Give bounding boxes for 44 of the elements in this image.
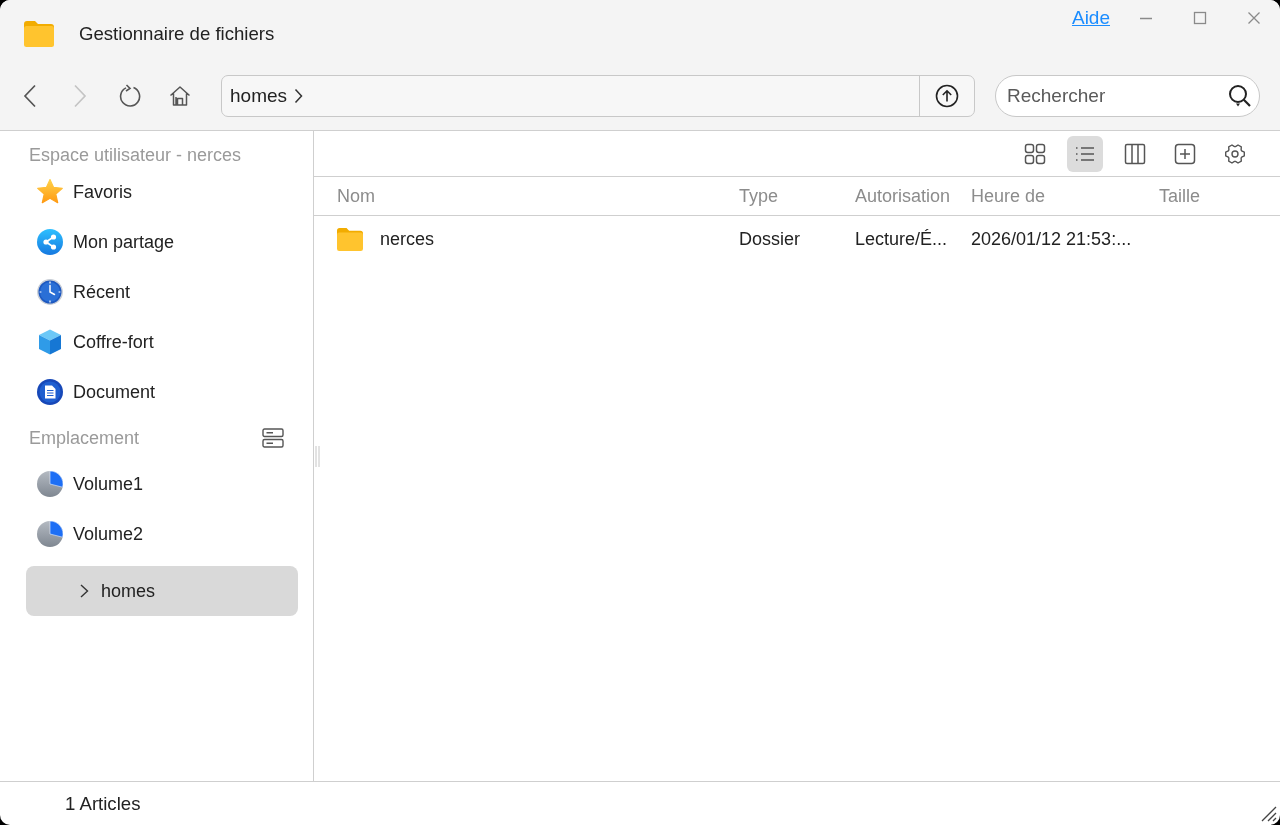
cube-icon: [37, 329, 63, 355]
clock-icon: [37, 279, 63, 305]
chevron-right-icon[interactable]: [78, 583, 90, 599]
grid-icon: [1024, 142, 1046, 165]
sidebar-item[interactable]: Document: [26, 367, 298, 417]
pie-chart-icon: [37, 471, 63, 497]
sidebar-item[interactable]: Coffre-fort: [26, 317, 298, 367]
sidebar-item[interactable]: Récent: [26, 267, 298, 317]
search-field[interactable]: Rechercher: [995, 75, 1260, 117]
document-icon: [37, 379, 63, 405]
app-folder-icon: [24, 21, 54, 47]
share-icon: [37, 229, 63, 255]
folder-icon: [337, 227, 363, 251]
window-title: Gestionnaire de fichiers: [79, 23, 275, 45]
section-heading: Emplacement: [29, 427, 140, 449]
plus-icon[interactable]: [1174, 142, 1196, 165]
item-count: 1 Articles: [65, 792, 141, 815]
columns-icon: [1124, 142, 1146, 165]
section-heading: Espace utilisateur - nerces: [29, 144, 242, 166]
view-mode-button[interactable]: [1067, 135, 1103, 172]
table-cell: Lecture/É...: [855, 228, 948, 250]
home-icon[interactable]: [169, 84, 191, 108]
maximize-icon[interactable]: [1193, 11, 1207, 25]
table-cell: 2026/01/12 21:53:...: [971, 228, 1132, 250]
file-row[interactable]: nerces Dossier Lecture/É... 2026/01/12 21:53:...: [314, 216, 1280, 262]
sidebar-item[interactable]: Volume2: [26, 509, 298, 559]
chevron-right-icon: [294, 88, 304, 104]
star-icon: [37, 179, 63, 205]
upload-icon: [935, 84, 959, 108]
table-cell: Dossier: [739, 228, 800, 250]
address-bar[interactable]: homes: [221, 75, 975, 117]
close-icon[interactable]: [1247, 11, 1261, 25]
pie-chart-icon: [37, 521, 63, 547]
sidebar-item[interactable]: Favoris: [26, 167, 298, 217]
splitter-handle[interactable]: [315, 446, 320, 467]
storage-icon[interactable]: [262, 428, 284, 448]
settings-icon[interactable]: [1224, 142, 1246, 165]
column-header[interactable]: Autorisation: [855, 185, 951, 207]
file-name: nerces: [380, 228, 435, 250]
sidebar-item[interactable]: Volume1: [26, 459, 298, 509]
path-segment[interactable]: homes: [222, 85, 288, 107]
sidebar-item[interactable]: Mon partage: [26, 217, 298, 267]
sidebar-item[interactable]: homes: [26, 566, 298, 616]
refresh-icon[interactable]: [119, 84, 141, 108]
